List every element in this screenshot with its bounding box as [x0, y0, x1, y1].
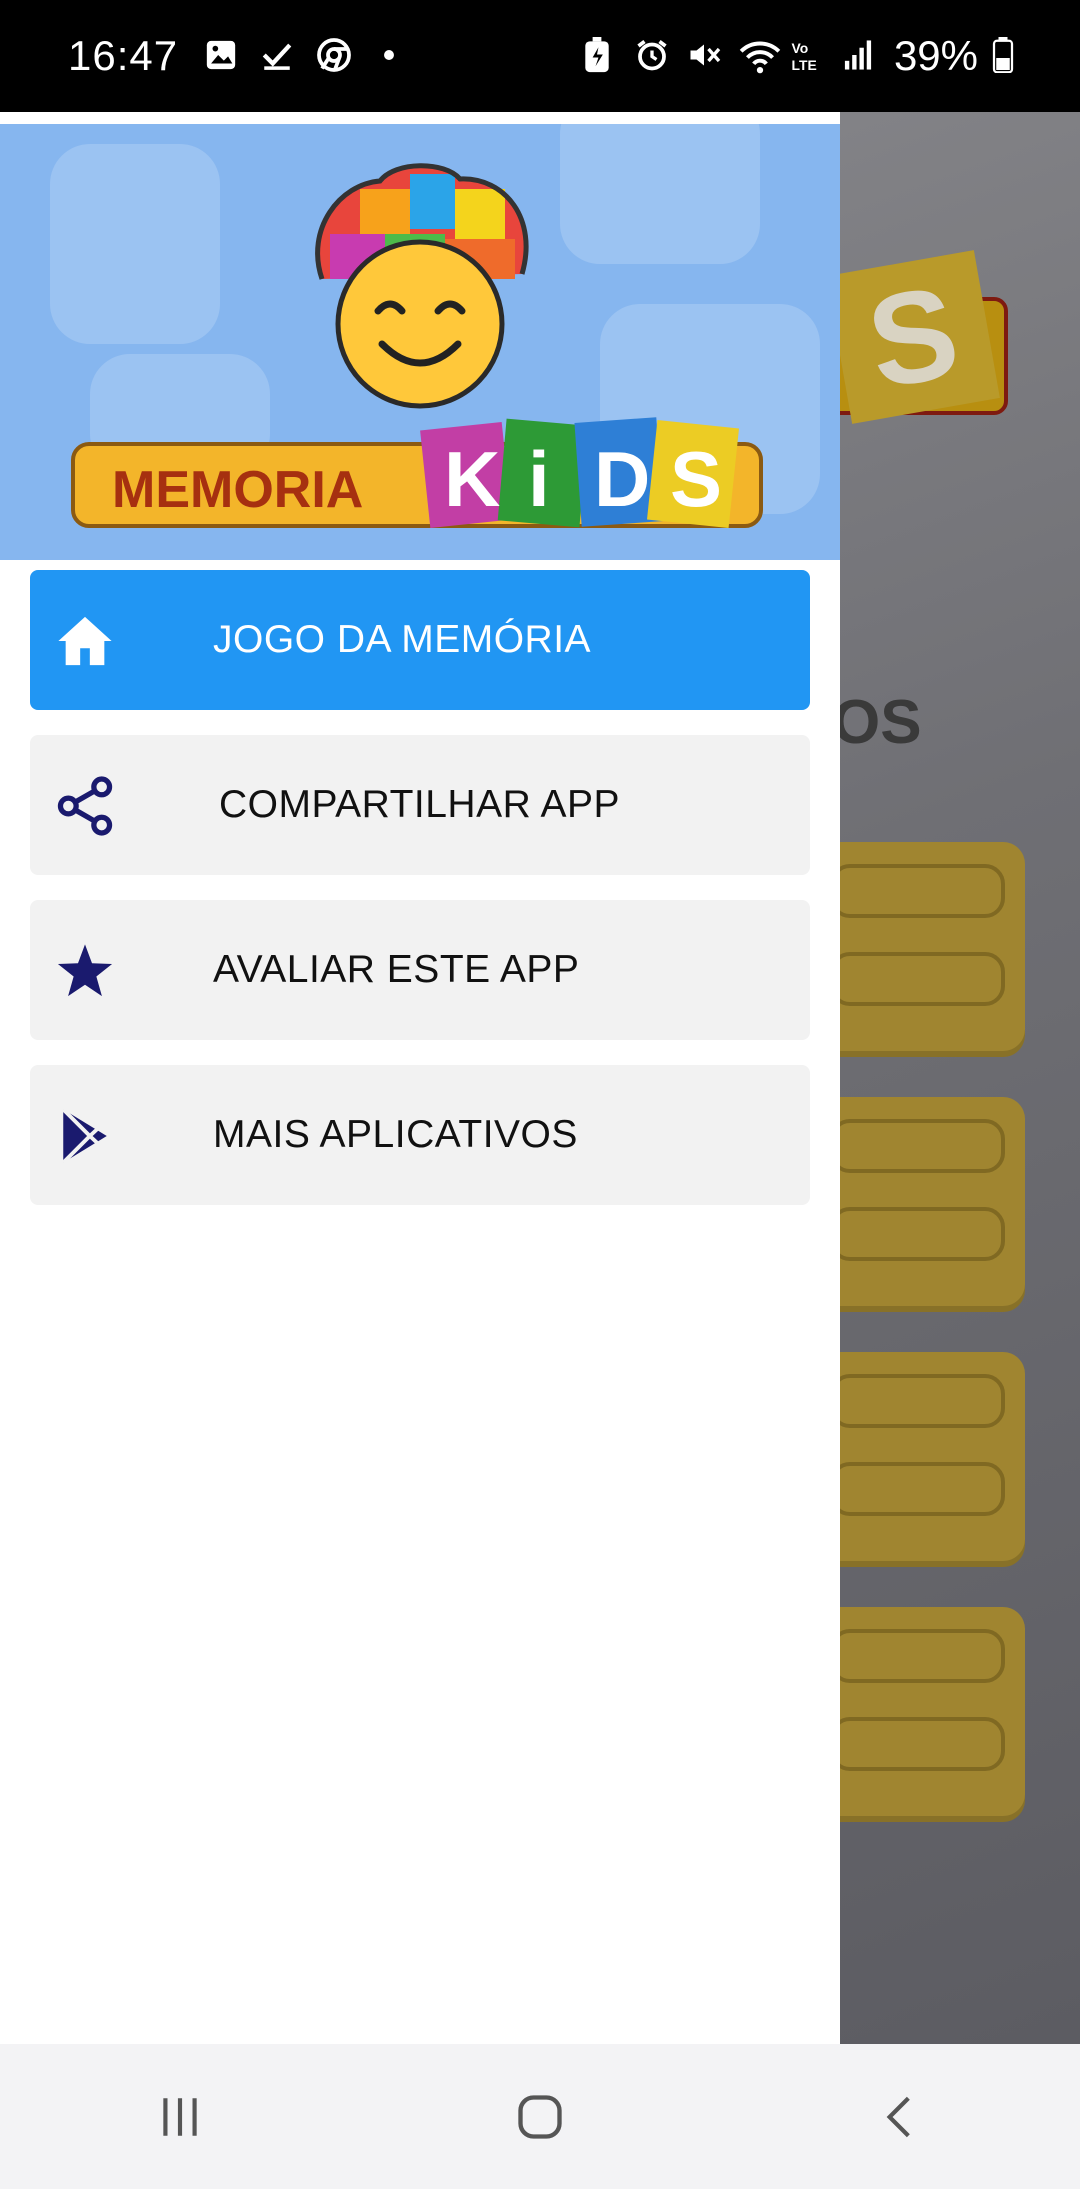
logo-letter: S — [670, 435, 722, 523]
home-icon — [56, 612, 114, 670]
menu-item-label: AVALIAR ESTE APP — [213, 948, 580, 991]
navigation-drawer: MEMORIA K i D S JOGO DA MEMÓRIA COMPARTI… — [0, 112, 840, 2044]
dot-icon — [372, 37, 410, 75]
gallery-icon — [204, 37, 242, 75]
brain-puzzle-logo-icon — [315, 163, 529, 409]
logo-letter: K — [444, 435, 500, 523]
menu-item-label: JOGO DA MEMÓRIA — [213, 618, 592, 661]
menu-item-label: MAIS APLICATIVOS — [213, 1113, 578, 1156]
logo-letter: i — [528, 435, 550, 523]
logo-letter: D — [594, 435, 650, 523]
header-decor-tile — [50, 144, 220, 344]
menu-item-more-apps[interactable]: MAIS APLICATIVOS — [30, 1065, 810, 1205]
mute-icon — [686, 37, 724, 75]
logo-word-memoria: MEMORIA — [112, 461, 363, 519]
menu-item-rate-app[interactable]: AVALIAR ESTE APP — [30, 900, 810, 1040]
drawer-menu: JOGO DA MEMÓRIA COMPARTILHAR APP AVALIAR… — [30, 570, 810, 1230]
recent-apps-icon[interactable] — [135, 2072, 225, 2162]
menu-item-label: COMPARTILHAR APP — [219, 783, 620, 826]
back-icon[interactable] — [855, 2072, 945, 2162]
battery-percent: 39% — [893, 32, 978, 79]
menu-item-share-app[interactable]: COMPARTILHAR APP — [30, 735, 810, 875]
background-title-fragment: OS — [832, 688, 922, 757]
drawer-header: MEMORIA K i D S — [0, 124, 840, 560]
alarm-icon — [634, 37, 672, 75]
star-icon — [56, 942, 114, 1000]
menu-item-memory-game[interactable]: JOGO DA MEMÓRIA — [30, 570, 810, 710]
status-time: 16:47 — [68, 32, 179, 79]
chrome-icon — [316, 37, 354, 75]
header-decor-tile — [560, 124, 760, 264]
memoria-kids-logo: MEMORIA K i D S — [70, 414, 765, 534]
checkmark-icon — [260, 37, 298, 75]
background-logo-letter: S — [826, 250, 1000, 424]
svg-text:Vo: Vo — [791, 40, 808, 56]
battery-saver-icon — [582, 37, 620, 75]
share-icon — [56, 776, 114, 836]
svg-text:LTE: LTE — [791, 57, 816, 73]
wifi-icon — [738, 37, 781, 75]
system-nav-bar — [0, 2044, 1080, 2189]
play-store-icon — [56, 1107, 114, 1165]
home-nav-icon[interactable] — [495, 2072, 585, 2162]
signal-icon — [842, 37, 880, 75]
volte-icon: Vo LTE — [790, 37, 828, 75]
battery-icon — [992, 37, 1016, 75]
status-bar: 16:47 Vo LTE 39% — [0, 0, 1080, 112]
